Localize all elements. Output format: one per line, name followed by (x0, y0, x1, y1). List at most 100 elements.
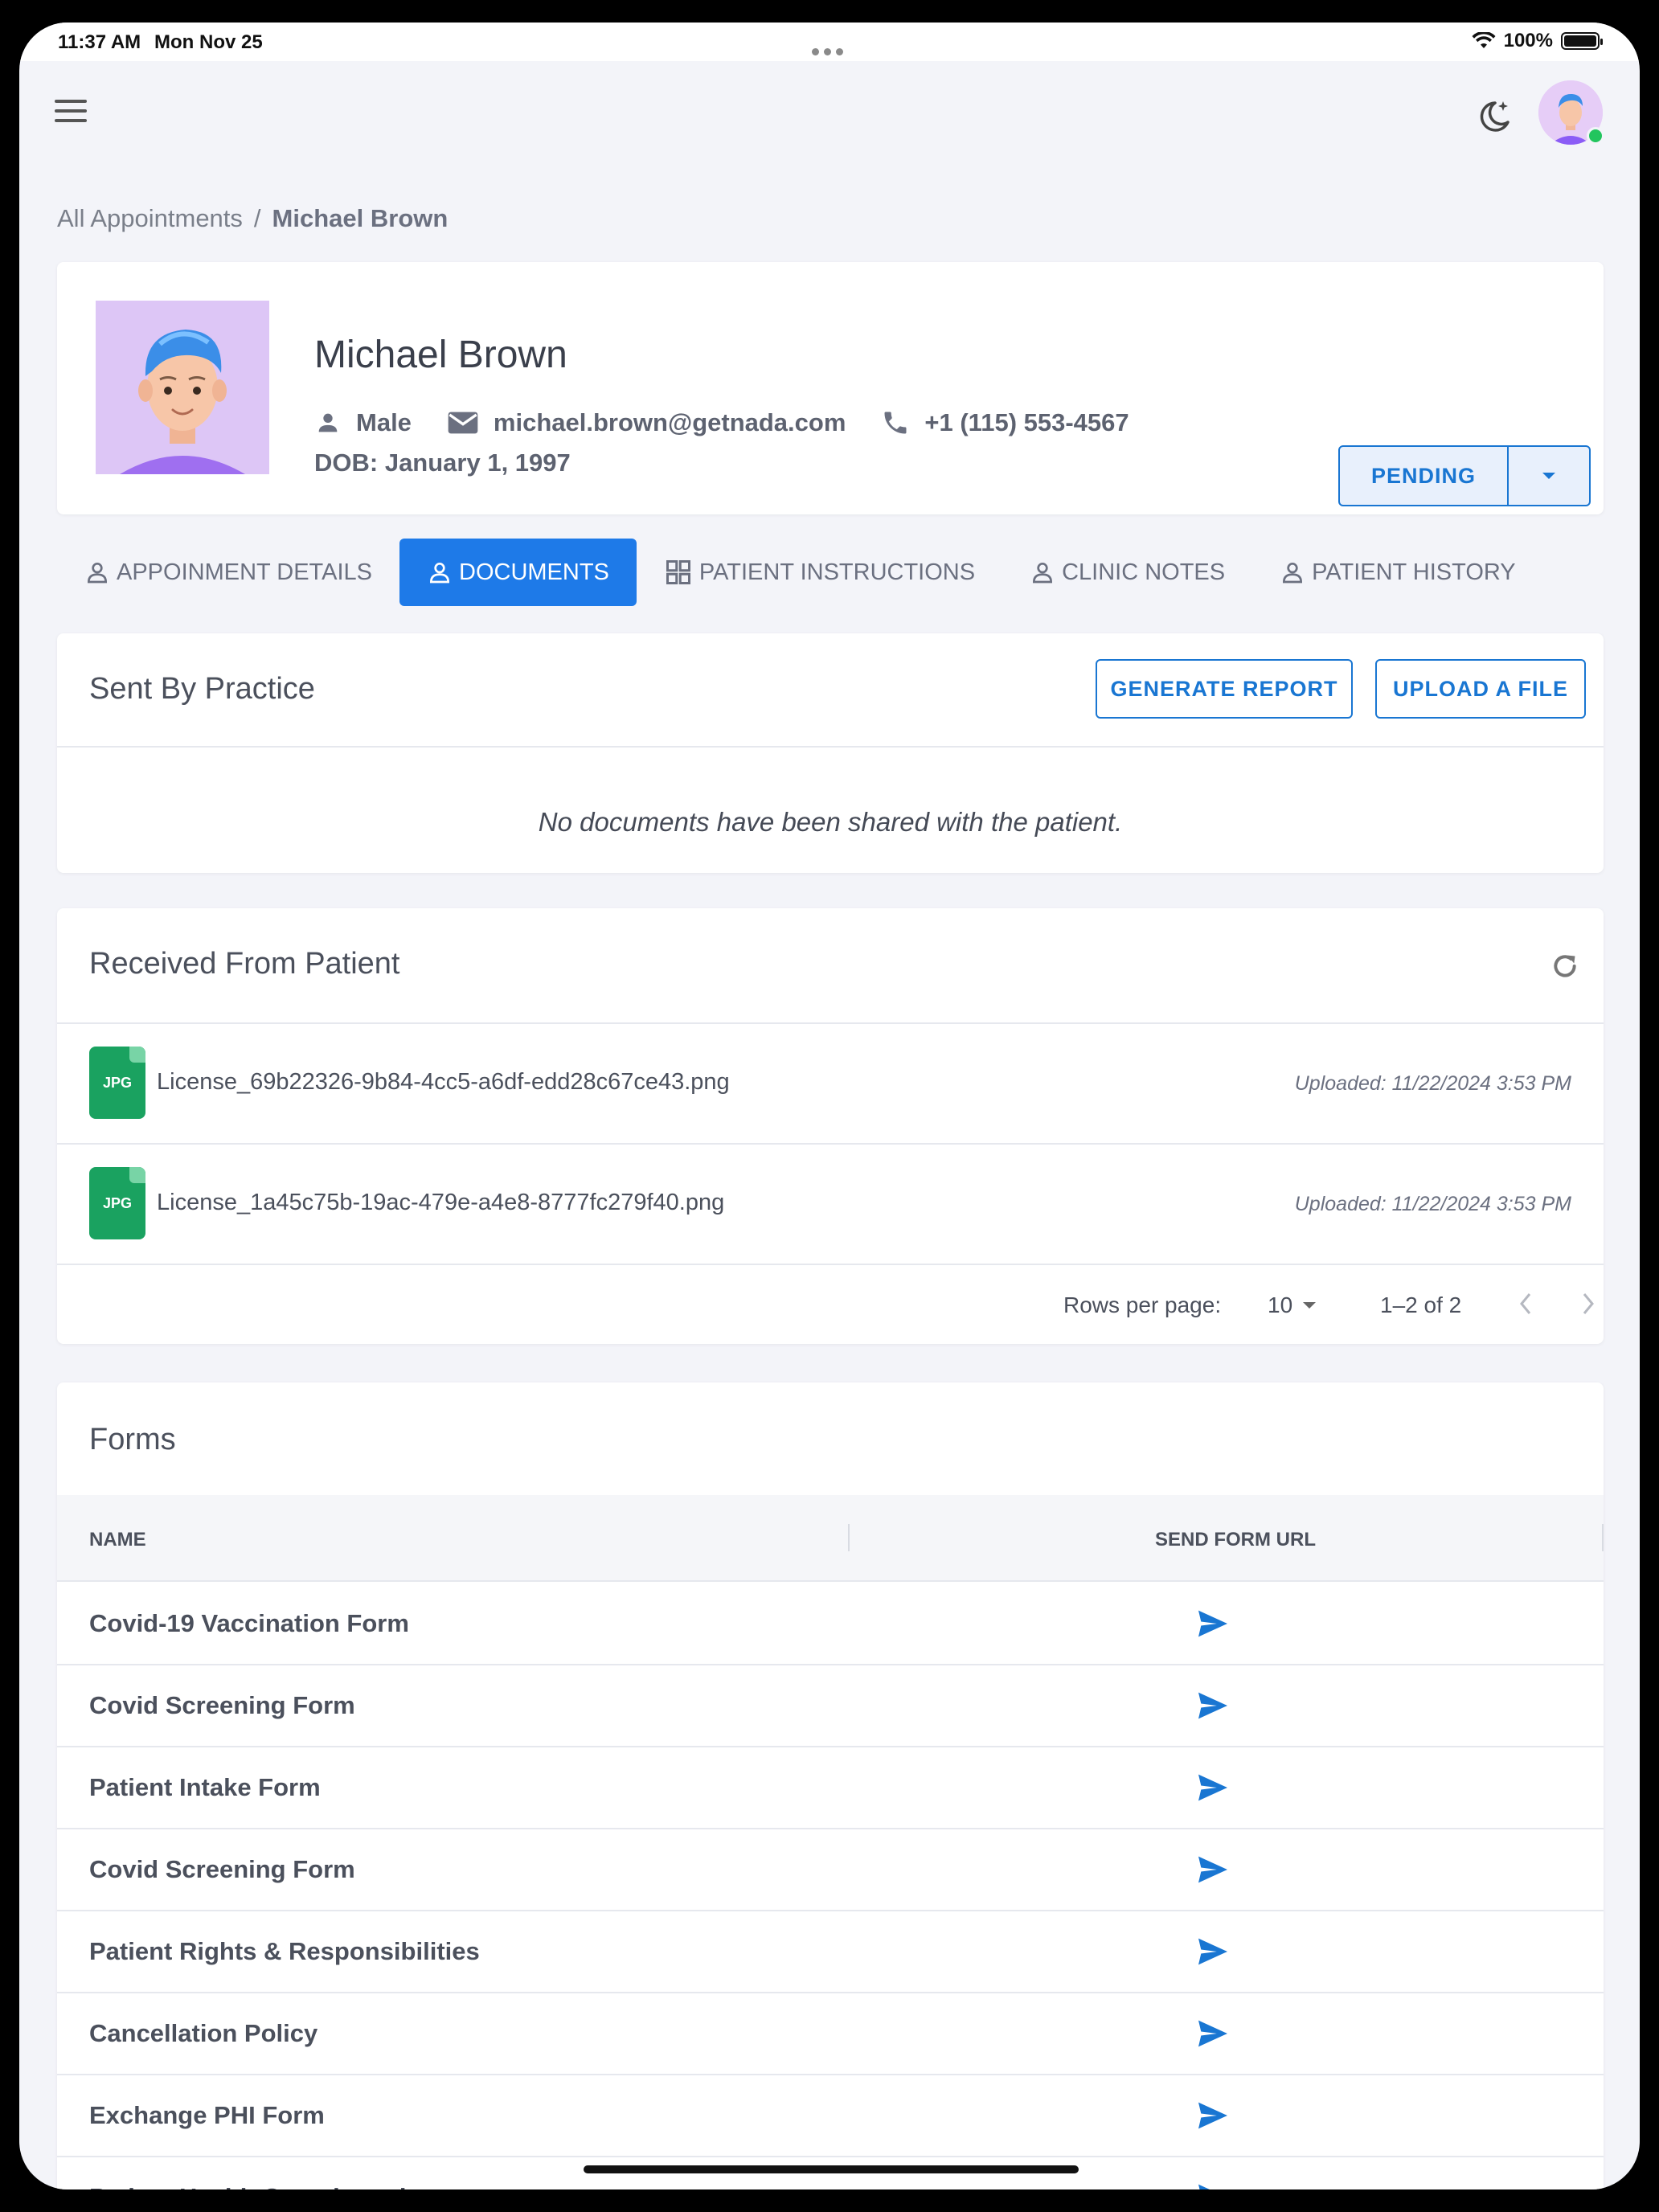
table-row: Cancellation Policy (57, 1993, 1604, 2075)
caret-down-icon (1303, 1302, 1317, 1309)
column-header-name[interactable]: NAME (89, 1529, 146, 1551)
breadcrumb-all-appointments[interactable]: All Appointments (57, 204, 243, 232)
forms-table-header: NAME SEND FORM URL (57, 1495, 1604, 1582)
breadcrumb-separator: / (253, 204, 261, 232)
multitasking-dots-icon[interactable] (812, 39, 848, 61)
rows-per-page-value: 10 (1268, 1292, 1293, 1317)
form-name: Covid-19 Vaccination Form (89, 1609, 409, 1637)
chevron-left-icon[interactable] (1514, 1288, 1538, 1320)
dark-mode-icon[interactable] (1474, 96, 1514, 137)
status-time: 11:37 AM (58, 31, 141, 53)
empty-documents-message: No documents have been shared with the p… (538, 807, 1123, 837)
send-icon[interactable] (1197, 2183, 1229, 2189)
send-icon[interactable] (1197, 2101, 1229, 2130)
table-row: Patient Rights & Responsibilities (57, 1911, 1604, 1993)
tab-appointment-details-label: APPOINMENT DETAILS (117, 559, 372, 585)
sent-by-practice-card: Sent By Practice GENERATE REPORT UPLOAD … (57, 633, 1604, 873)
send-icon[interactable] (1197, 1937, 1229, 1966)
forms-card: Forms NAME SEND FORM URL Covid-19 Vaccin… (57, 1382, 1604, 2189)
status-right: 100% (1472, 30, 1603, 52)
status-split-button: PENDING (1338, 445, 1591, 506)
person-outline-icon (1283, 563, 1303, 584)
battery-percent: 100% (1503, 30, 1553, 51)
patient-email: michael.brown@getnada.com (447, 408, 846, 437)
file-name[interactable]: License_1a45c75b-19ac-479e-a4e8-8777fc27… (157, 1190, 724, 1216)
upload-file-button[interactable]: UPLOAD A FILE (1375, 659, 1586, 719)
tab-patient-instructions[interactable]: PATIENT INSTRUCTIONS (637, 539, 1002, 606)
received-from-patient-title: Received From Patient (89, 947, 400, 981)
patient-name: Michael Brown (314, 334, 567, 376)
phone-icon (884, 412, 907, 434)
tab-documents[interactable]: DOCUMENTS (399, 539, 637, 606)
menu-icon[interactable] (55, 100, 87, 127)
jpg-file-icon: JPG (89, 1167, 145, 1239)
file-upload-date: Uploaded: 11/22/2024 3:53 PM (1294, 1072, 1571, 1095)
status-bar: 11:37 AM Mon Nov 25 100% (19, 23, 1640, 61)
person-outline-icon (1033, 563, 1053, 584)
send-icon[interactable] (1197, 2019, 1229, 2048)
table-row: Patient Intake Form (57, 1747, 1604, 1829)
column-separator[interactable] (1602, 1524, 1604, 1551)
tab-patient-history-label: PATIENT HISTORY (1312, 559, 1516, 585)
file-type-label: JPG (102, 1194, 133, 1211)
battery-icon (1561, 32, 1603, 50)
send-icon[interactable] (1197, 1609, 1229, 1638)
tab-patient-instructions-label: PATIENT INSTRUCTIONS (698, 559, 976, 585)
table-row: Patient Health Questionnaire (57, 2157, 1604, 2189)
send-icon[interactable] (1197, 1691, 1229, 1720)
form-name: Patient Intake Form (89, 1773, 321, 1801)
person-outline-icon (87, 563, 108, 584)
status-dropdown-button[interactable] (1509, 447, 1589, 505)
patient-contact-info: Male michael.brown@getnada.com +1 (115) … (314, 408, 1165, 437)
sent-by-practice-title: Sent By Practice (89, 672, 315, 706)
patient-phone-label[interactable]: +1 (115) 553-4567 (924, 408, 1129, 437)
patient-gender: Male (314, 408, 412, 437)
email-icon (448, 412, 478, 434)
grid-icon (666, 560, 690, 584)
form-name: Covid Screening Form (89, 1691, 355, 1719)
patient-photo (96, 301, 269, 474)
send-icon[interactable] (1197, 1773, 1229, 1802)
status-date: Mon Nov 25 (154, 31, 263, 53)
person-icon (318, 413, 338, 432)
breadcrumb: All Appointments / Michael Brown (57, 204, 448, 233)
form-name: Exchange PHI Form (89, 2101, 325, 2129)
received-from-patient-card: Received From Patient JPG License_69b223… (57, 908, 1604, 1344)
form-name: Covid Screening Form (89, 1855, 355, 1883)
tab-documents-label: DOCUMENTS (459, 559, 609, 585)
rows-per-page-select[interactable]: 10 (1268, 1292, 1317, 1318)
tab-patient-history[interactable]: PATIENT HISTORY (1252, 539, 1543, 606)
file-name[interactable]: License_69b22326-9b84-4cc5-a6df-edd28c67… (157, 1069, 730, 1096)
table-row: Covid Screening Form (57, 1829, 1604, 1911)
tab-clinic-notes[interactable]: CLINIC NOTES (1002, 539, 1252, 606)
column-separator[interactable] (848, 1524, 850, 1551)
home-indicator[interactable] (584, 2165, 1079, 2173)
patient-profile-card: Michael Brown Male michael.brown@getnada… (57, 262, 1604, 514)
patient-dob: DOB: January 1, 1997 (314, 449, 571, 477)
patient-tabs: APPOINMENT DETAILS DOCUMENTS PATIENT INS… (57, 539, 1543, 606)
column-header-send-form-url[interactable]: SEND FORM URL (1155, 1529, 1316, 1551)
form-name: Patient Rights & Responsibilities (89, 1937, 480, 1965)
file-row[interactable]: JPG License_69b22326-9b84-4cc5-a6df-edd2… (57, 1024, 1604, 1143)
patient-gender-label: Male (356, 408, 412, 436)
patient-avatar-illustration-icon (96, 301, 269, 474)
tab-appointment-details[interactable]: APPOINMENT DETAILS (57, 539, 399, 606)
chevron-right-icon[interactable] (1576, 1288, 1600, 1320)
file-row[interactable]: JPG License_1a45c75b-19ac-479e-a4e8-8777… (57, 1145, 1604, 1264)
pagination-range: 1–2 of 2 (1380, 1292, 1462, 1317)
wifi-icon (1472, 32, 1496, 48)
patient-email-label[interactable]: michael.brown@getnada.com (494, 408, 846, 437)
breadcrumb-current: Michael Brown (272, 204, 449, 232)
file-type-label: JPG (102, 1074, 133, 1091)
status-button[interactable]: PENDING (1340, 447, 1509, 505)
form-name: Patient Health Questionnaire (89, 2183, 430, 2189)
table-row: Covid-19 Vaccination Form (57, 1583, 1604, 1665)
form-name: Cancellation Policy (89, 2019, 318, 2047)
online-status-dot (1587, 127, 1604, 145)
refresh-icon[interactable] (1549, 950, 1581, 982)
generate-report-button[interactable]: GENERATE REPORT (1096, 659, 1353, 719)
send-icon[interactable] (1197, 1855, 1229, 1884)
tab-clinic-notes-label: CLINIC NOTES (1062, 559, 1226, 585)
jpg-file-icon: JPG (89, 1047, 145, 1119)
patient-phone: +1 (115) 553-4567 (881, 408, 1129, 437)
